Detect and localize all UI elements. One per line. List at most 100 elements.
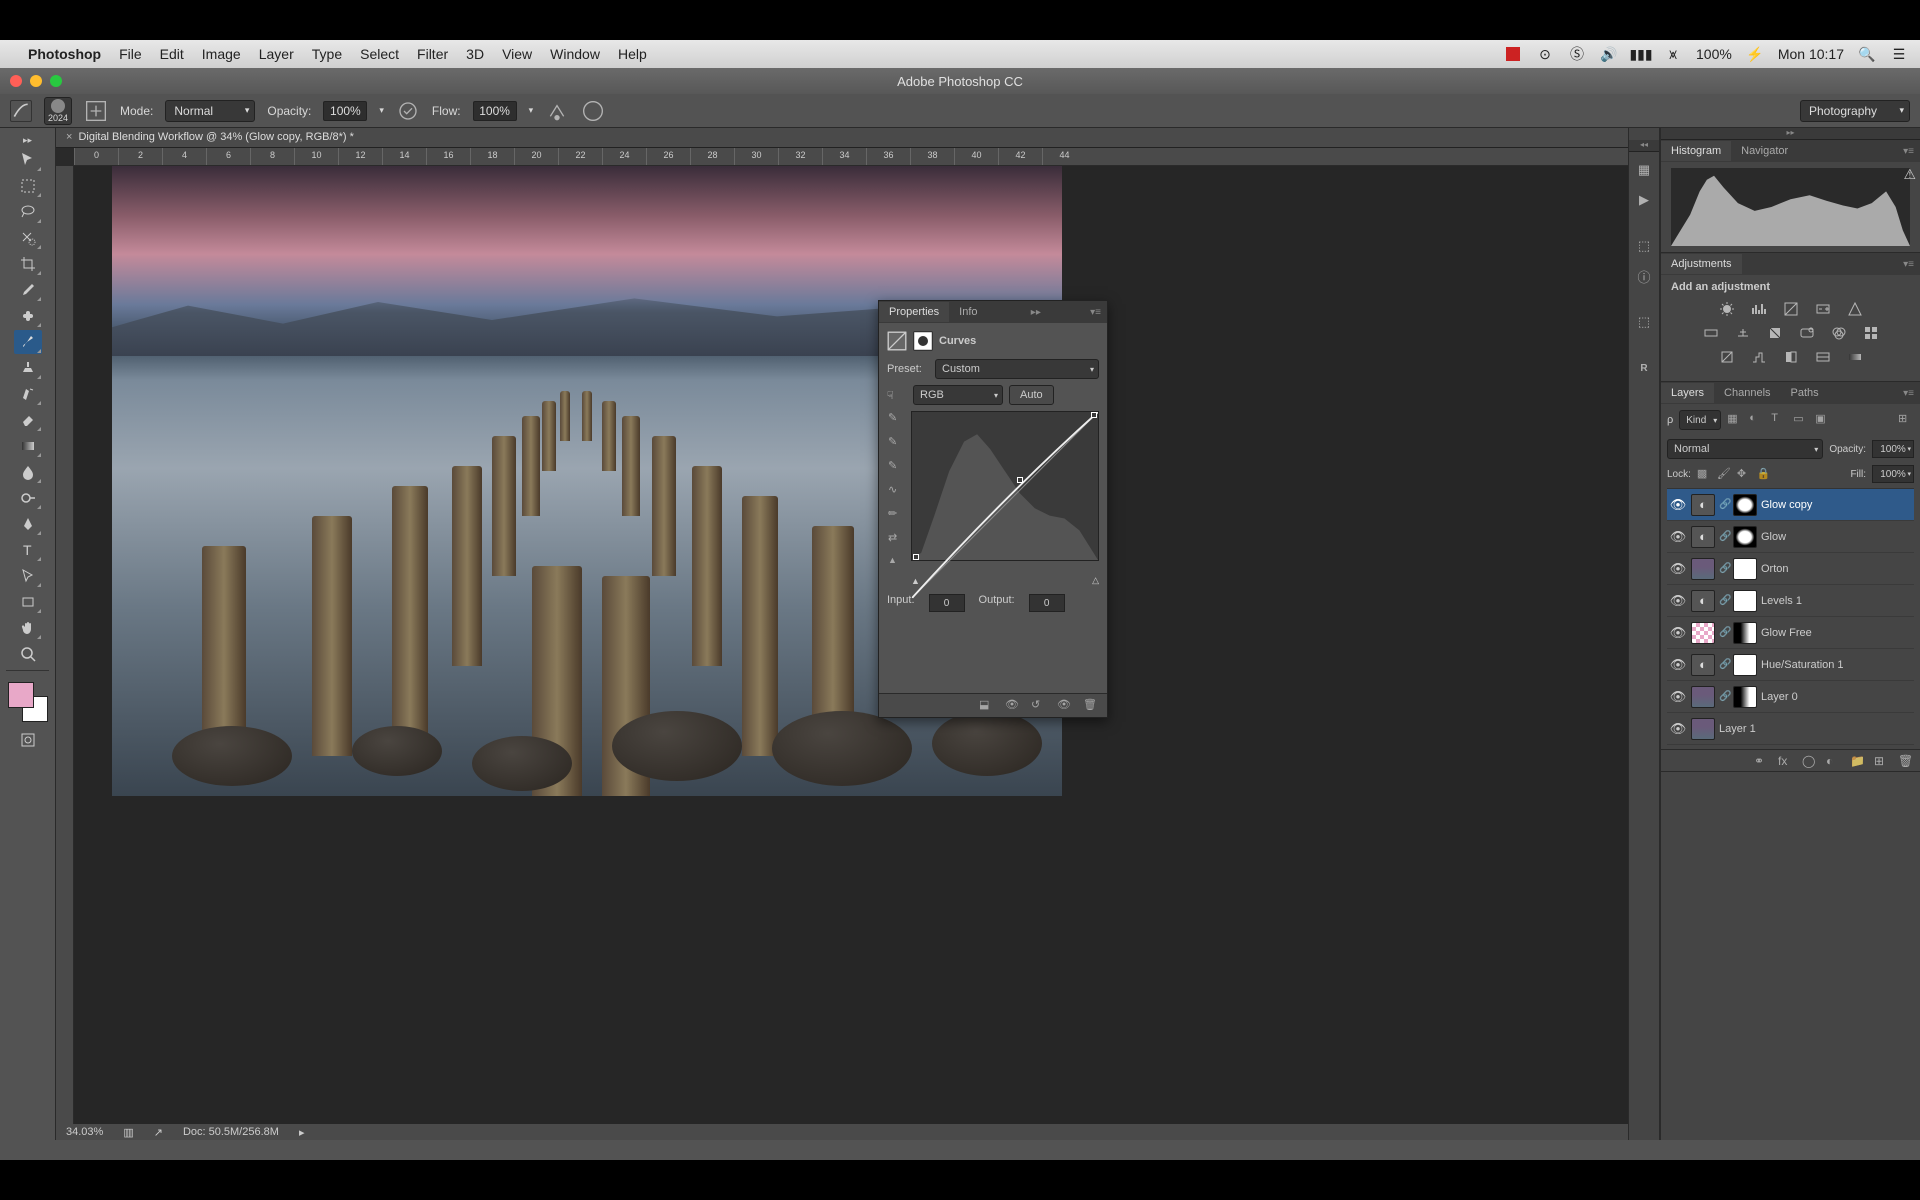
gradient-map-icon[interactable] — [1844, 347, 1866, 367]
panel-icon-1[interactable]: ⬚ — [1632, 234, 1656, 258]
status-flyout-icon[interactable]: ▸ — [299, 1126, 305, 1139]
foreground-color-swatch[interactable] — [8, 682, 34, 708]
crop-tool[interactable] — [14, 252, 42, 276]
selective-color-icon[interactable] — [1812, 347, 1834, 367]
layer-link-icon[interactable]: 🔗 — [1719, 499, 1729, 510]
menu-image[interactable]: Image — [202, 46, 241, 62]
layer-fill-input[interactable]: 100% — [1872, 465, 1914, 483]
layer-mask-thumbnail[interactable] — [1733, 590, 1757, 612]
channels-tab[interactable]: Channels — [1714, 383, 1780, 403]
visibility-toggle-icon[interactable]: 👁 — [1669, 721, 1687, 737]
edit-points-icon[interactable]: ∿ — [888, 483, 906, 501]
zoom-tool[interactable] — [14, 642, 42, 666]
eyedropper-black-icon[interactable]: ✎ — [888, 411, 906, 429]
menu-type[interactable]: Type — [312, 46, 342, 62]
visibility-toggle-icon[interactable]: 👁 — [1669, 529, 1687, 545]
hue-saturation-icon[interactable] — [1700, 323, 1722, 343]
move-tool[interactable] — [14, 148, 42, 172]
filter-smart-icon[interactable]: ▣ — [1815, 412, 1831, 428]
properties-panel[interactable]: Properties Info ▸▸ ▾≡ Curves Preset: Cus… — [878, 300, 1108, 718]
threshold-icon[interactable] — [1780, 347, 1802, 367]
history-panel-icon[interactable]: ▦ — [1632, 158, 1656, 182]
curves-options-icon[interactable]: ⇄ — [888, 531, 906, 549]
layer-name-label[interactable]: Glow Free — [1761, 627, 1912, 639]
menu-layer[interactable]: Layer — [259, 46, 294, 62]
new-group-icon[interactable]: 📁 — [1850, 754, 1864, 768]
target-adjustment-icon[interactable]: ☟ — [887, 389, 907, 402]
curves-graph[interactable] — [911, 411, 1099, 561]
delete-adjustment-icon[interactable]: 🗑 — [1083, 698, 1099, 714]
exposure-icon[interactable] — [1812, 299, 1834, 319]
layer-opacity-input[interactable]: 100% — [1872, 440, 1914, 458]
dodge-tool[interactable] — [14, 486, 42, 510]
flow-flyout-icon[interactable]: ▾ — [529, 105, 534, 116]
horizontal-ruler[interactable]: 0246810121416182022242628303234363840424… — [74, 148, 1660, 166]
battery-icon[interactable]: ▮▮▮ — [1632, 45, 1650, 63]
layer-thumbnail[interactable] — [1691, 494, 1715, 516]
opacity-input[interactable]: 100% — [323, 101, 367, 121]
hand-tool[interactable] — [14, 616, 42, 640]
zoom-window-button[interactable] — [50, 75, 62, 87]
visibility-toggle-icon[interactable]: 👁 — [1669, 657, 1687, 673]
filter-toggle-icon[interactable]: ⊞ — [1898, 412, 1914, 428]
wifi-icon[interactable]: ⩙ — [1664, 45, 1682, 63]
invert-icon[interactable] — [1716, 347, 1738, 367]
color-balance-icon[interactable] — [1732, 323, 1754, 343]
draw-curve-icon[interactable]: ✏ — [888, 507, 906, 525]
app-name[interactable]: Photoshop — [28, 46, 101, 62]
adjustments-tab[interactable]: Adjustments — [1661, 254, 1742, 274]
history-brush-tool[interactable] — [14, 382, 42, 406]
properties-panel-menu-icon[interactable]: ▾≡ — [1084, 307, 1107, 318]
close-tab-icon[interactable]: × — [66, 131, 72, 143]
reset-icon[interactable]: ↺ — [1031, 698, 1047, 714]
menu-filter[interactable]: Filter — [417, 46, 448, 62]
lock-transparency-icon[interactable]: ▩ — [1697, 467, 1711, 481]
layer-link-icon[interactable]: 🔗 — [1719, 563, 1729, 574]
layer-name-label[interactable]: Levels 1 — [1761, 595, 1912, 607]
histogram-panel-menu-icon[interactable]: ▾≡ — [1897, 146, 1920, 157]
visibility-toggle-icon[interactable]: 👁 — [1669, 561, 1687, 577]
new-adjustment-layer-icon[interactable]: ◐ — [1826, 754, 1840, 768]
properties-tab[interactable]: Properties — [879, 302, 949, 322]
pressure-size-icon[interactable] — [581, 99, 605, 123]
color-swatches[interactable] — [8, 682, 48, 722]
layer-link-icon[interactable]: 🔗 — [1719, 659, 1729, 670]
airbrush-icon[interactable] — [545, 99, 569, 123]
menu-edit[interactable]: Edit — [160, 46, 184, 62]
menu-window[interactable]: Window — [550, 46, 600, 62]
link-layers-icon[interactable]: ⚭ — [1754, 754, 1768, 768]
flow-input[interactable]: 100% — [473, 101, 517, 121]
auto-button[interactable]: Auto — [1009, 385, 1054, 405]
layer-name-label[interactable]: Glow — [1761, 531, 1912, 543]
volume-icon[interactable]: 🔊 — [1600, 45, 1618, 63]
type-tool[interactable]: T — [14, 538, 42, 562]
eyedropper-tool[interactable] — [14, 278, 42, 302]
curves-mask-icon[interactable] — [913, 331, 933, 351]
blur-tool[interactable] — [14, 460, 42, 484]
info-tab[interactable]: Info — [949, 302, 987, 322]
lock-pixels-icon[interactable]: 🖌 — [1717, 467, 1731, 481]
layer-name-label[interactable]: Layer 1 — [1719, 723, 1912, 735]
levels-icon[interactable] — [1748, 299, 1770, 319]
color-lookup-icon[interactable] — [1860, 323, 1882, 343]
layer-mask-thumbnail[interactable] — [1733, 654, 1757, 676]
layer-fx-icon[interactable]: fx — [1778, 754, 1792, 768]
layer-row[interactable]: 👁🔗Glow Free — [1667, 617, 1914, 649]
layer-name-label[interactable]: Glow copy — [1761, 499, 1912, 511]
menu-help[interactable]: Help — [618, 46, 647, 62]
dock-collapse-icon[interactable]: ◂◂ — [1629, 140, 1659, 152]
filter-shape-icon[interactable]: ▭ — [1793, 412, 1809, 428]
layer-mask-thumbnail[interactable] — [1733, 494, 1757, 516]
layer-thumbnail[interactable] — [1691, 718, 1715, 740]
vibrance-icon[interactable] — [1844, 299, 1866, 319]
pen-tool[interactable] — [14, 512, 42, 536]
preview-icon[interactable]: ▥ — [123, 1126, 133, 1139]
layer-mask-thumbnail[interactable] — [1733, 558, 1757, 580]
quick-mask-toggle[interactable] — [14, 728, 42, 752]
new-layer-icon[interactable]: ⊞ — [1874, 754, 1888, 768]
add-mask-icon[interactable]: ◯ — [1802, 754, 1816, 768]
minimize-window-button[interactable] — [30, 75, 42, 87]
filter-type-icon[interactable]: T — [1771, 412, 1787, 428]
zoom-level[interactable]: 34.03% — [66, 1126, 103, 1138]
brush-preset-picker[interactable]: 2024 — [44, 97, 72, 125]
